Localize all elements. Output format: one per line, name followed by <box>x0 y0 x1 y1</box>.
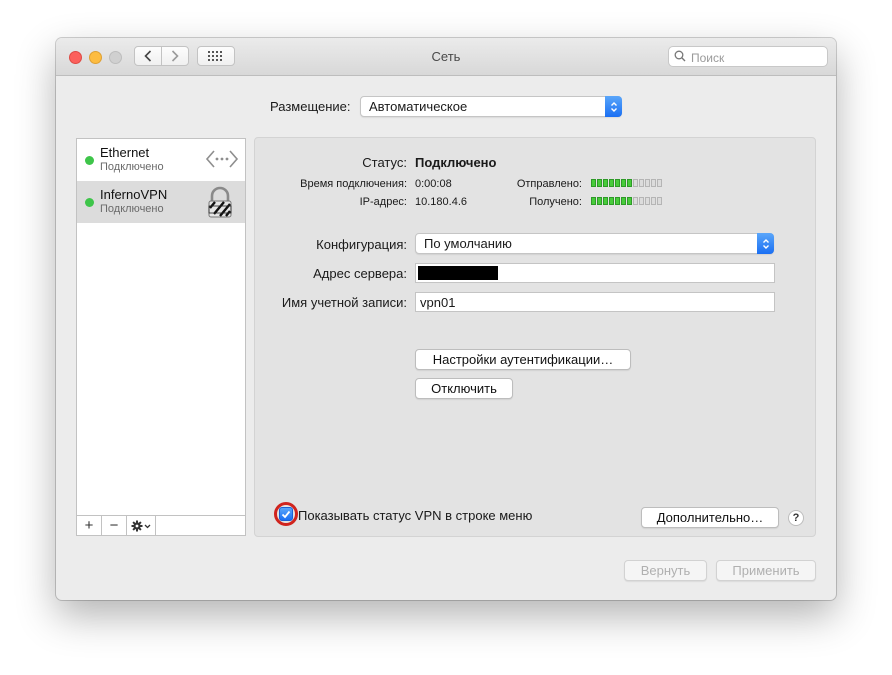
account-name-value: vpn01 <box>420 295 456 310</box>
location-label: Размещение: <box>270 99 351 114</box>
location-popup[interactable]: Автоматическое <box>360 96 622 117</box>
show-vpn-status-checkbox[interactable] <box>279 507 293 521</box>
service-name: InfernoVPN <box>100 187 168 202</box>
vpn-details-panel: Статус: Подключено Время подключения: 0:… <box>254 137 816 537</box>
service-status: Подключено <box>100 203 164 215</box>
ip-value: 10.180.4.6 <box>415 196 467 208</box>
revert-button[interactable]: Вернуть <box>624 560 707 581</box>
add-service-button[interactable]: + <box>77 516 102 535</box>
meter-segment <box>645 197 650 205</box>
help-button[interactable]: ? <box>788 510 804 526</box>
meter-segment <box>609 197 614 205</box>
checkmark-icon <box>281 510 291 518</box>
disconnect-button[interactable]: Отключить <box>415 378 513 399</box>
received-label: Получено: <box>529 196 582 208</box>
ip-label: IP-адрес: <box>359 196 407 208</box>
search-field[interactable] <box>668 46 828 67</box>
meter-segment <box>621 197 626 205</box>
meter-segment <box>651 179 656 187</box>
account-name-field[interactable]: vpn01 <box>415 292 775 312</box>
meter-segment <box>645 179 650 187</box>
meter-segment <box>609 179 614 187</box>
status-value: Подключено <box>415 155 497 170</box>
meter-segment <box>621 179 626 187</box>
service-list: Ethernet Подключено InfernoVPN Подключен… <box>76 138 246 536</box>
popup-arrows-icon <box>605 96 622 117</box>
apply-button[interactable]: Применить <box>716 560 816 581</box>
title-bar: Сеть <box>56 38 836 76</box>
meter-segment <box>657 179 662 187</box>
service-item-infernovpn[interactable]: InfernoVPN Подключено <box>77 181 245 223</box>
server-address-field[interactable] <box>415 263 775 283</box>
meter-segment <box>657 197 662 205</box>
remove-service-button[interactable]: − <box>102 516 127 535</box>
show-vpn-status-label: Показывать статус VPN в строке меню <box>298 508 533 523</box>
meter-segment <box>615 179 620 187</box>
connect-time-label: Время подключения: <box>300 178 407 190</box>
gear-icon <box>131 520 151 531</box>
service-status: Подключено <box>100 161 164 173</box>
meter-segment <box>633 197 638 205</box>
meter-segment <box>591 197 596 205</box>
status-dot <box>85 156 94 165</box>
meter-segment <box>651 197 656 205</box>
sent-label: Отправлено: <box>516 178 582 190</box>
auth-settings-button[interactable]: Настройки аутентификации… <box>415 349 631 370</box>
advanced-button[interactable]: Дополнительно… <box>641 507 779 528</box>
configuration-popup[interactable]: По умолчанию <box>415 233 774 254</box>
meter-segment <box>639 179 644 187</box>
connect-time-value: 0:00:08 <box>415 178 452 190</box>
ethernet-arrows-icon <box>205 144 239 177</box>
popup-arrows-icon <box>757 233 774 254</box>
meter-segment <box>633 179 638 187</box>
location-value: Автоматическое <box>369 99 468 114</box>
network-preferences-window: Сеть Размещение: Автоматическое Ethernet… <box>56 38 836 600</box>
meter-segment <box>615 197 620 205</box>
configuration-label: Конфигурация: <box>316 237 407 252</box>
received-meter <box>591 197 662 205</box>
search-input[interactable] <box>689 48 823 67</box>
search-icon <box>674 50 686 62</box>
redacted-server-address <box>418 266 498 280</box>
meter-segment <box>627 179 632 187</box>
status-label: Статус: <box>362 155 407 170</box>
meter-segment <box>597 197 602 205</box>
account-name-label: Имя учетной записи: <box>281 295 407 310</box>
meter-segment <box>639 197 644 205</box>
meter-segment <box>627 197 632 205</box>
service-actions-button[interactable] <box>127 516 156 535</box>
vpn-lock-icon <box>205 186 235 223</box>
configuration-value: По умолчанию <box>424 236 512 251</box>
service-name: Ethernet <box>100 145 150 160</box>
meter-segment <box>591 179 596 187</box>
server-address-label: Адрес сервера: <box>313 266 407 281</box>
status-dot <box>85 198 94 207</box>
meter-segment <box>603 197 608 205</box>
sent-meter <box>591 179 662 187</box>
meter-segment <box>597 179 602 187</box>
service-item-ethernet[interactable]: Ethernet Подключено <box>77 139 245 181</box>
meter-segment <box>603 179 608 187</box>
service-list-toolbar: + − <box>77 515 245 535</box>
